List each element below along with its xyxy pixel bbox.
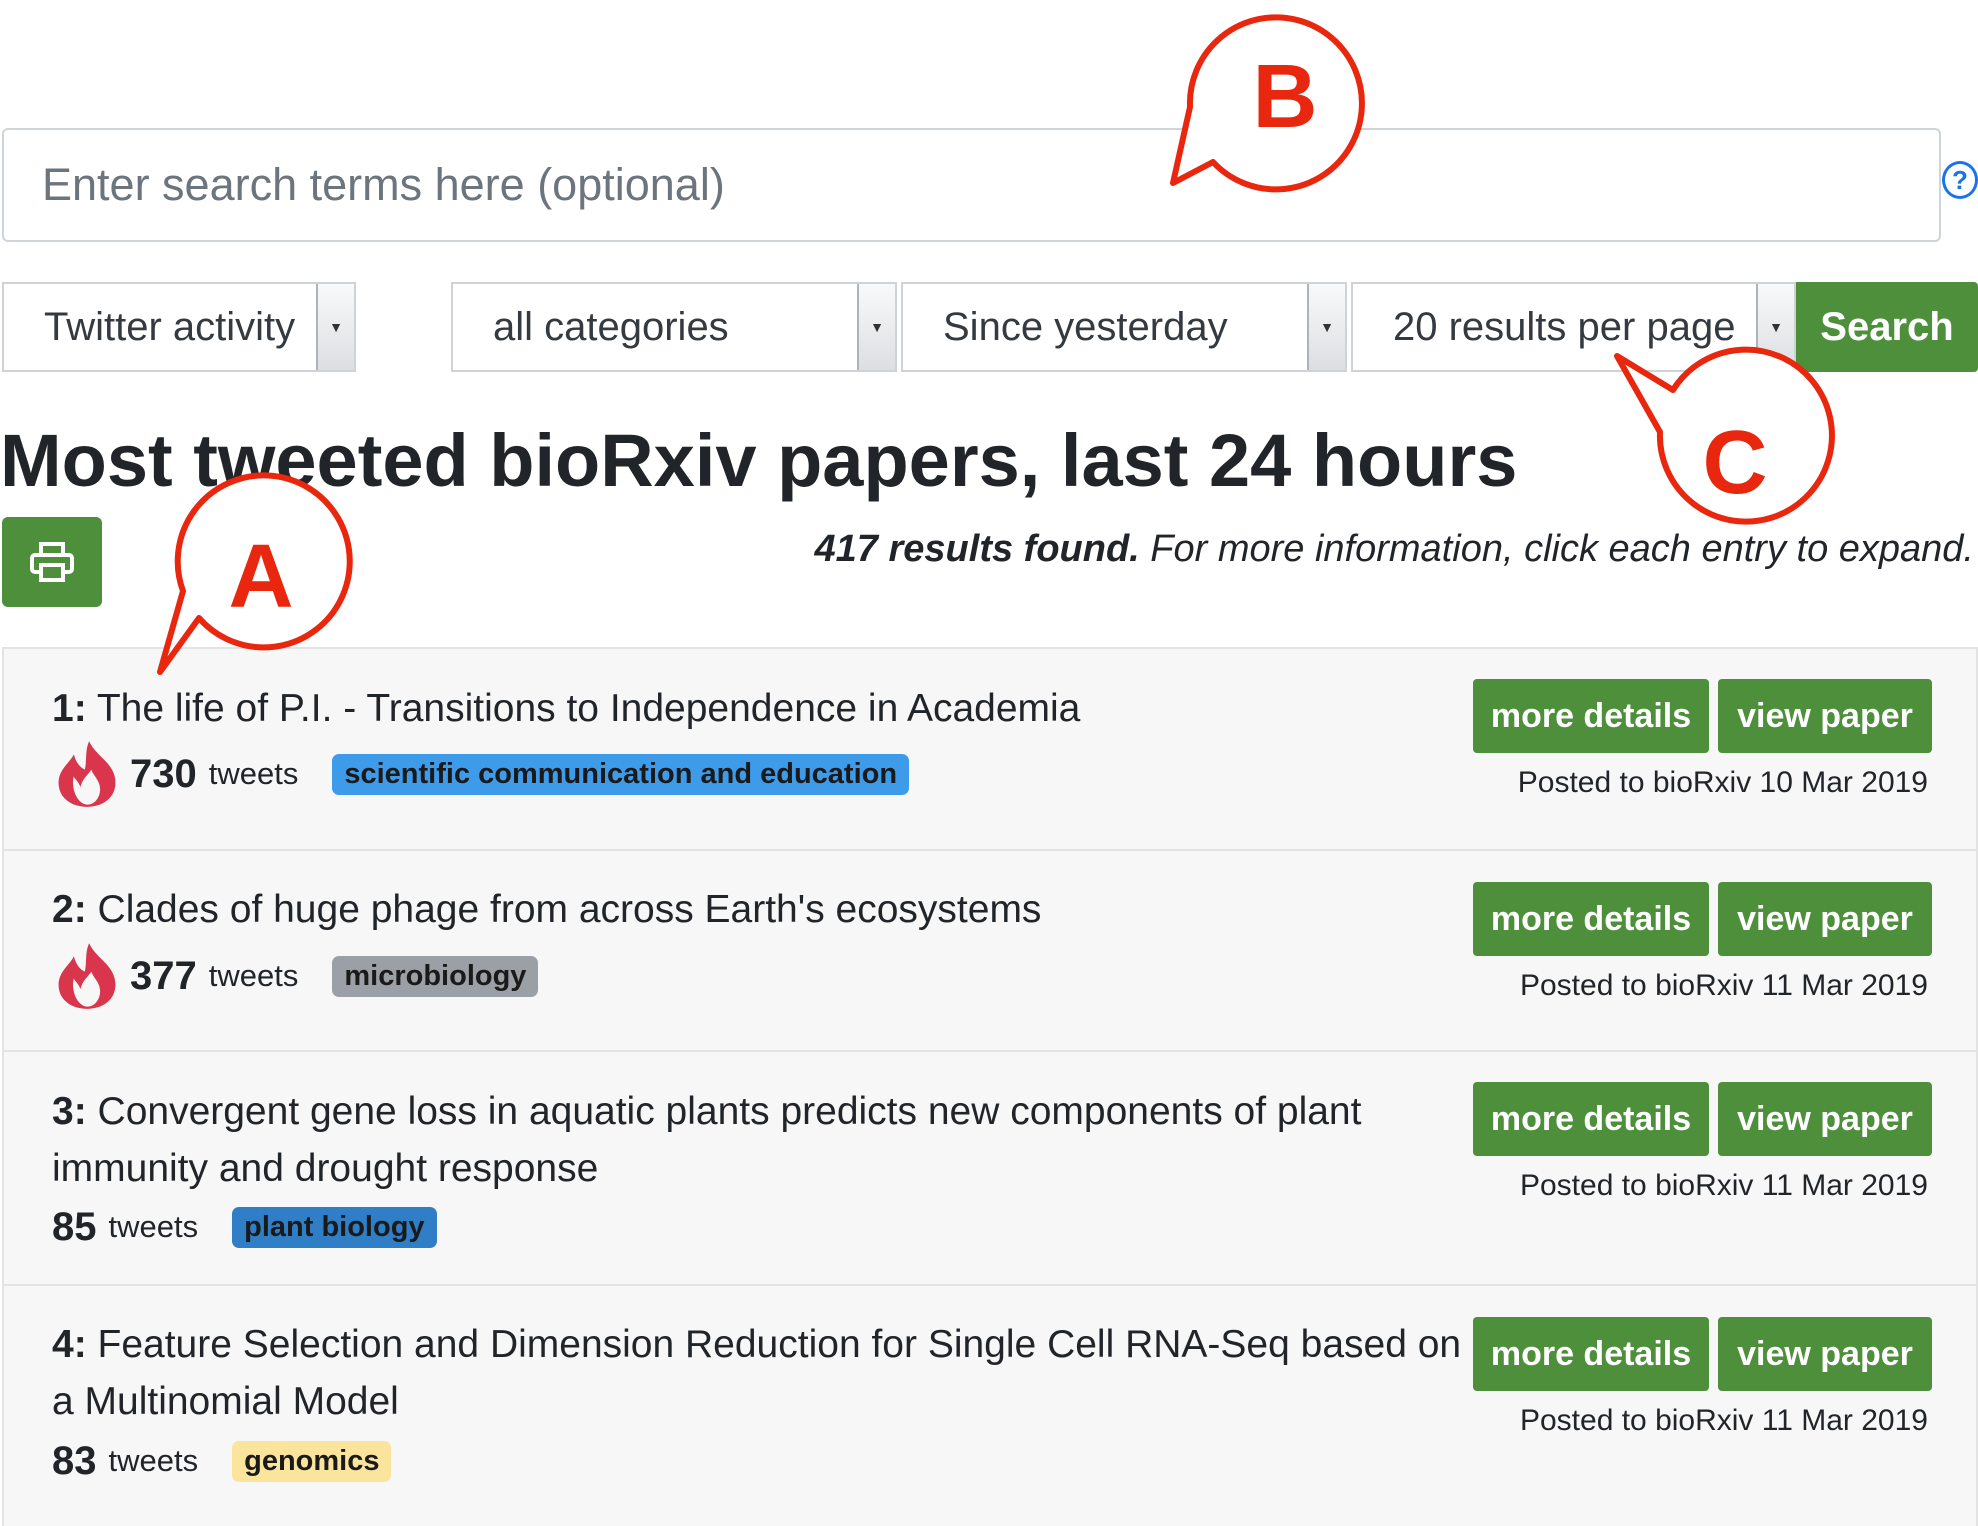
results-count: 417 results found. (814, 528, 1140, 570)
result-title[interactable]: 3: Convergent gene loss in aquatic plant… (52, 1083, 1452, 1197)
tweet-count: 85 (52, 1204, 97, 1249)
result-meta: 730 tweets scientific communication and … (52, 741, 910, 807)
chevron-down-icon[interactable]: ▼ (316, 284, 354, 370)
tweet-label: tweets (208, 958, 299, 993)
search-button[interactable]: Search (1796, 282, 1978, 372)
view-paper-button[interactable]: view paper (1718, 1082, 1932, 1156)
more-details-button[interactable]: more details (1473, 882, 1709, 956)
result-meta: 83 tweets genomics (52, 1431, 392, 1491)
flame-icon (58, 943, 116, 1009)
result-title-text: Convergent gene loss in aquatic plants p… (52, 1090, 1362, 1190)
view-paper-button[interactable]: view paper (1718, 1317, 1932, 1391)
page-title: Most tweeted bioRxiv papers, last 24 hou… (0, 419, 1518, 502)
sort-select[interactable]: Twitter activity ▼ (2, 282, 356, 372)
more-details-button[interactable]: more details (1473, 1317, 1709, 1391)
print-button[interactable] (2, 517, 102, 607)
tweet-count: 83 (52, 1438, 97, 1483)
callout-b-letter: B (1252, 47, 1318, 147)
result-rank: 4: (52, 1323, 87, 1366)
result-title-text: The life of P.I. - Transitions to Indepe… (86, 687, 1081, 730)
posted-date: Posted to bioRxiv 11 Mar 2019 (1519, 1169, 1928, 1202)
view-paper-button[interactable]: view paper (1718, 679, 1932, 753)
result-title[interactable]: 1: The life of P.I. - Transitions to Ind… (52, 680, 1080, 737)
posted-date: Posted to bioRxiv 11 Mar 2019 (1519, 969, 1928, 1002)
question-circle-icon[interactable]: ? (1942, 161, 1978, 199)
result-title-text: Feature Selection and Dimension Reductio… (52, 1323, 1462, 1423)
per-page-select-value: 20 results per page (1393, 304, 1736, 349)
search-input[interactable] (2, 128, 1941, 242)
view-paper-button[interactable]: view paper (1718, 882, 1932, 956)
result-rank: 1: (52, 687, 87, 730)
result-item[interactable]: 1: The life of P.I. - Transitions to Ind… (2, 647, 1978, 849)
timeframe-select-value: Since yesterday (943, 304, 1228, 349)
category-badge[interactable]: scientific communication and education (332, 753, 910, 795)
tweet-label: tweets (108, 1443, 199, 1478)
more-details-button[interactable]: more details (1473, 1082, 1709, 1156)
tweet-count: 730 (130, 751, 197, 796)
sort-select-value: Twitter activity (44, 304, 296, 349)
result-title[interactable]: 4: Feature Selection and Dimension Reduc… (52, 1316, 1472, 1430)
result-item[interactable]: 4: Feature Selection and Dimension Reduc… (2, 1284, 1978, 1526)
printer-icon (30, 542, 74, 582)
category-badge[interactable]: genomics (232, 1440, 392, 1482)
results-hint: For more information, click each entry t… (1139, 528, 1974, 570)
result-rank: 2: (52, 888, 87, 931)
result-meta: 85 tweets plant biology (52, 1197, 437, 1257)
callout-c-letter: C (1702, 413, 1768, 513)
result-title[interactable]: 2: Clades of huge phage from across Eart… (52, 881, 1041, 938)
category-select[interactable]: all categories ▼ (451, 282, 897, 372)
result-rank: 3: (52, 1090, 87, 1133)
result-meta: 377 tweets microbiology (52, 943, 539, 1009)
callout-a-letter: A (228, 527, 294, 627)
posted-date: Posted to bioRxiv 10 Mar 2019 (1517, 766, 1928, 799)
flame-icon (58, 741, 116, 807)
per-page-select[interactable]: 20 results per page ▼ (1351, 282, 1796, 372)
result-title-text: Clades of huge phage from across Earth's… (86, 888, 1042, 931)
chevron-down-icon[interactable]: ▼ (857, 284, 895, 370)
posted-date: Posted to bioRxiv 11 Mar 2019 (1519, 1404, 1928, 1437)
chevron-down-icon[interactable]: ▼ (1307, 284, 1345, 370)
chevron-down-icon[interactable]: ▼ (1756, 284, 1794, 370)
category-badge[interactable]: plant biology (232, 1206, 437, 1248)
results-info: 417 results found. For more information,… (815, 528, 1974, 571)
more-details-button[interactable]: more details (1473, 679, 1709, 753)
timeframe-select[interactable]: Since yesterday ▼ (901, 282, 1347, 372)
result-item[interactable]: 2: Clades of huge phage from across Eart… (2, 849, 1978, 1050)
category-select-value: all categories (493, 304, 729, 349)
tweet-label: tweets (108, 1209, 199, 1244)
tweet-label: tweets (208, 756, 299, 791)
category-badge[interactable]: microbiology (332, 955, 539, 997)
tweet-count: 377 (130, 953, 197, 998)
result-item[interactable]: 3: Convergent gene loss in aquatic plant… (2, 1050, 1978, 1284)
